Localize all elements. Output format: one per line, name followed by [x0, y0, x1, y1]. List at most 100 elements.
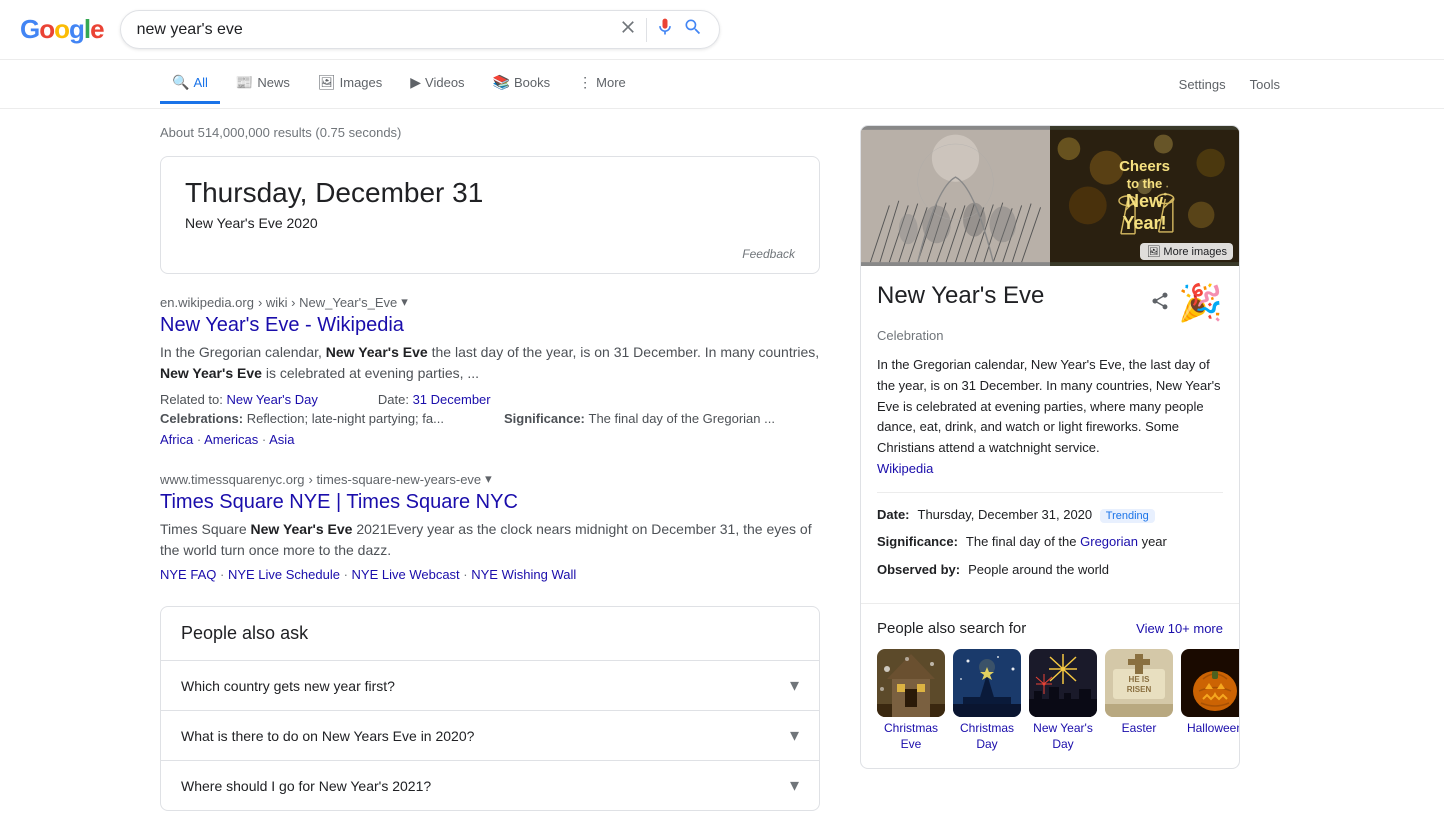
paa-chevron-2 [790, 725, 799, 746]
paa-item-2[interactable]: What is there to do on New Years Eve in … [161, 710, 819, 760]
tab-images[interactable]: 🖼 Images [306, 64, 394, 104]
result-links-wikipedia: Africa · Americas · Asia [160, 432, 820, 447]
date-link[interactable]: 31 December [413, 392, 491, 407]
more-images-icon: 🖼 [1146, 245, 1160, 258]
share-svg [1150, 291, 1170, 311]
tab-news[interactable]: 📰 News [224, 64, 302, 104]
main-layout: About 514,000,000 results (0.75 seconds)… [0, 109, 1444, 827]
paa-question-3: Where should I go for New Year's 2021? [181, 778, 431, 794]
past-item-label-christmas-eve: Christmas Eve [877, 721, 945, 752]
result-meta-date: Date: 31 December [378, 392, 491, 407]
feedback-link[interactable]: Feedback [185, 247, 795, 261]
tools-link[interactable]: Tools [1246, 67, 1284, 102]
right-column: Cheers to the New Year! 🖼 More images Ne… [860, 125, 1240, 811]
knowledge-panel: Cheers to the New Year! 🖼 More images Ne… [860, 125, 1240, 769]
left-column: About 514,000,000 results (0.75 seconds)… [160, 125, 820, 811]
past-item-label-christmas-day: Christmas Day [953, 721, 1021, 752]
tab-books-label: Books [514, 75, 550, 90]
paa-question-2: What is there to do on New Years Eve in … [181, 728, 474, 744]
link-nye-schedule[interactable]: NYE Live Schedule [228, 567, 340, 582]
paa-chevron-3 [790, 775, 799, 796]
link-sep-3: · [220, 567, 228, 582]
google-logo[interactable]: Google [20, 14, 104, 45]
past-item-halloween[interactable]: Halloween [1181, 649, 1240, 752]
result-meta-significance-wikipedia: Celebrations: Reflection; late-night par… [160, 411, 820, 426]
kp-field-significance: Significance: The final day of the Grego… [877, 532, 1223, 552]
tab-more-label: More [596, 75, 626, 90]
result-title-link-timessquare[interactable]: Times Square NYE | Times Square NYC [160, 491, 518, 513]
celebrations-meta: Celebrations: Reflection; late-night par… [160, 411, 444, 426]
tab-news-label: News [257, 75, 290, 90]
tab-all[interactable]: 🔍 All [160, 64, 220, 104]
share-icon[interactable] [1150, 291, 1170, 316]
christmas-day-svg [953, 649, 1021, 717]
result-title-link-wikipedia[interactable]: New Year's Eve - Wikipedia [160, 314, 404, 336]
significance-label: Significance: [504, 411, 589, 426]
new-years-day-svg [1029, 649, 1097, 717]
paa-item-3[interactable]: Where should I go for New Year's 2021? [161, 760, 819, 810]
people-also-ask: People also ask Which country gets new y… [160, 606, 820, 811]
result-url-dropdown-icon[interactable]: ▾ [401, 294, 408, 310]
past-item-label-new-years-day: New Year's Day [1029, 721, 1097, 752]
kp-field-observed: Observed by: People around the world [877, 560, 1223, 580]
tab-videos[interactable]: ▶ Videos [398, 64, 476, 104]
link-americas[interactable]: Americas [204, 432, 258, 447]
clear-button[interactable] [618, 17, 638, 42]
paa-item-1[interactable]: Which country gets new year first? [161, 660, 819, 710]
past-item-new-years-day[interactable]: New Year's Day [1029, 649, 1097, 752]
search-result-timessquare: www.timessquarenyc.org › times-square-ne… [160, 471, 820, 582]
search-submit-button[interactable] [683, 17, 703, 42]
past-item-label-easter: Easter [1122, 721, 1157, 737]
result-path-timessquare: › times-square-new-years-eve [309, 472, 482, 487]
kp-header: New Year's Eve 🎉 [877, 282, 1223, 324]
kp-image-right[interactable]: Cheers to the New Year! 🖼 More images [1050, 126, 1239, 266]
people-also-search-section: People also search for View 10+ more [861, 603, 1239, 768]
link-asia[interactable]: Asia [269, 432, 294, 447]
kp-image-left[interactable] [861, 126, 1050, 266]
past-items: Christmas Eve [877, 649, 1223, 752]
mic-button[interactable] [655, 17, 675, 42]
kp-date-value: Thursday, December 31, 2020 Trending [918, 505, 1155, 525]
tab-all-label: All [193, 75, 207, 90]
halloween-svg [1181, 649, 1240, 717]
more-icon: ⋮ [578, 74, 592, 91]
link-nye-webcast[interactable]: NYE Live Webcast [352, 567, 460, 582]
result-url-dropdown-icon-ts[interactable]: ▾ [485, 471, 492, 487]
search-result-wikipedia: en.wikipedia.org › wiki › New_Year's_Eve… [160, 294, 820, 447]
tab-books[interactable]: 📚 Books [481, 64, 563, 104]
kp-left-image-svg [861, 126, 1050, 266]
link-africa[interactable]: Africa [160, 432, 193, 447]
search-input[interactable] [137, 21, 610, 39]
nav-right: Settings Tools [1175, 67, 1284, 102]
result-path-wikipedia: › wiki › New_Year's_Eve [258, 295, 397, 310]
past-header: People also search for View 10+ more [877, 620, 1223, 637]
past-item-christmas-eve[interactable]: Christmas Eve [877, 649, 945, 752]
tab-more[interactable]: ⋮ More [566, 64, 638, 104]
kp-observed-value: People around the world [968, 560, 1109, 580]
more-images-badge[interactable]: 🖼 More images [1140, 243, 1233, 260]
settings-link[interactable]: Settings [1175, 67, 1230, 102]
past-item-img-easter: HE IS RISEN [1105, 649, 1173, 717]
kp-wikipedia-link[interactable]: Wikipedia [877, 461, 933, 476]
gregorian-link[interactable]: Gregorian [1080, 534, 1138, 549]
search-bar[interactable] [120, 10, 720, 49]
result-links-timessquare: NYE FAQ · NYE Live Schedule · NYE Live W… [160, 567, 820, 582]
paa-question-1: Which country gets new year first? [181, 678, 395, 694]
christmas-eve-svg [877, 649, 945, 717]
past-title: People also search for [877, 620, 1026, 637]
link-nye-faq[interactable]: NYE FAQ [160, 567, 216, 582]
past-item-img-new-years-day [1029, 649, 1097, 717]
svg-text:HE IS: HE IS [1129, 675, 1151, 684]
past-item-easter[interactable]: HE IS RISEN Easter [1105, 649, 1173, 752]
result-meta-related: Related to: New Year's Day [160, 392, 318, 407]
link-nye-wall[interactable]: NYE Wishing Wall [471, 567, 576, 582]
svg-text:RISEN: RISEN [1127, 685, 1152, 694]
view-more-link[interactable]: View 10+ more [1136, 621, 1223, 636]
significance-meta: Significance: The final day of the Grego… [504, 411, 775, 426]
date-card-subtitle: New Year's Eve 2020 [185, 215, 795, 231]
result-meta-wikipedia: Related to: New Year's Day Date: 31 Dece… [160, 392, 820, 407]
kp-divider [877, 492, 1223, 493]
paa-chevron-1 [790, 675, 799, 696]
past-item-christmas-day[interactable]: Christmas Day [953, 649, 1021, 752]
related-link[interactable]: New Year's Day [227, 392, 318, 407]
